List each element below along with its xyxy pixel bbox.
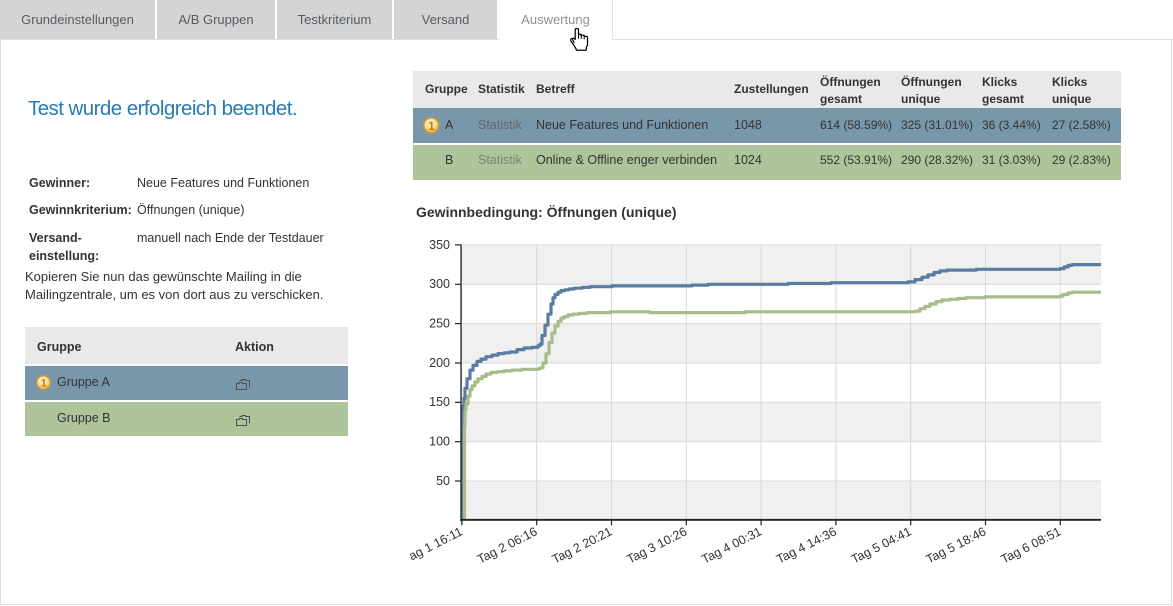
svg-text:Tag 4 14:36: Tag 4 14:36	[774, 524, 839, 566]
svg-text:250: 250	[429, 317, 450, 331]
svg-text:50: 50	[436, 474, 450, 488]
svg-text:Tag 2 06:16: Tag 2 06:16	[475, 524, 540, 566]
svg-text:Tag 5 04:41: Tag 5 04:41	[849, 524, 914, 566]
svg-text:300: 300	[429, 277, 450, 291]
svg-text:100: 100	[429, 435, 450, 449]
svg-text:350: 350	[429, 238, 450, 252]
svg-text:150: 150	[429, 395, 450, 409]
svg-text:Tag 1 16:11: Tag 1 16:11	[410, 524, 465, 566]
svg-text:1: 1	[428, 119, 435, 133]
svg-text:200: 200	[429, 356, 450, 370]
svg-text:1: 1	[41, 378, 47, 390]
svg-text:Tag 6 08:51: Tag 6 08:51	[999, 524, 1064, 566]
svg-text:Tag 3 10:26: Tag 3 10:26	[625, 524, 690, 566]
svg-text:Tag 2 20:21: Tag 2 20:21	[550, 524, 615, 566]
svg-text:Tag 5 18:46: Tag 5 18:46	[924, 524, 989, 566]
svg-text:Tag 4 00:31: Tag 4 00:31	[699, 524, 764, 566]
